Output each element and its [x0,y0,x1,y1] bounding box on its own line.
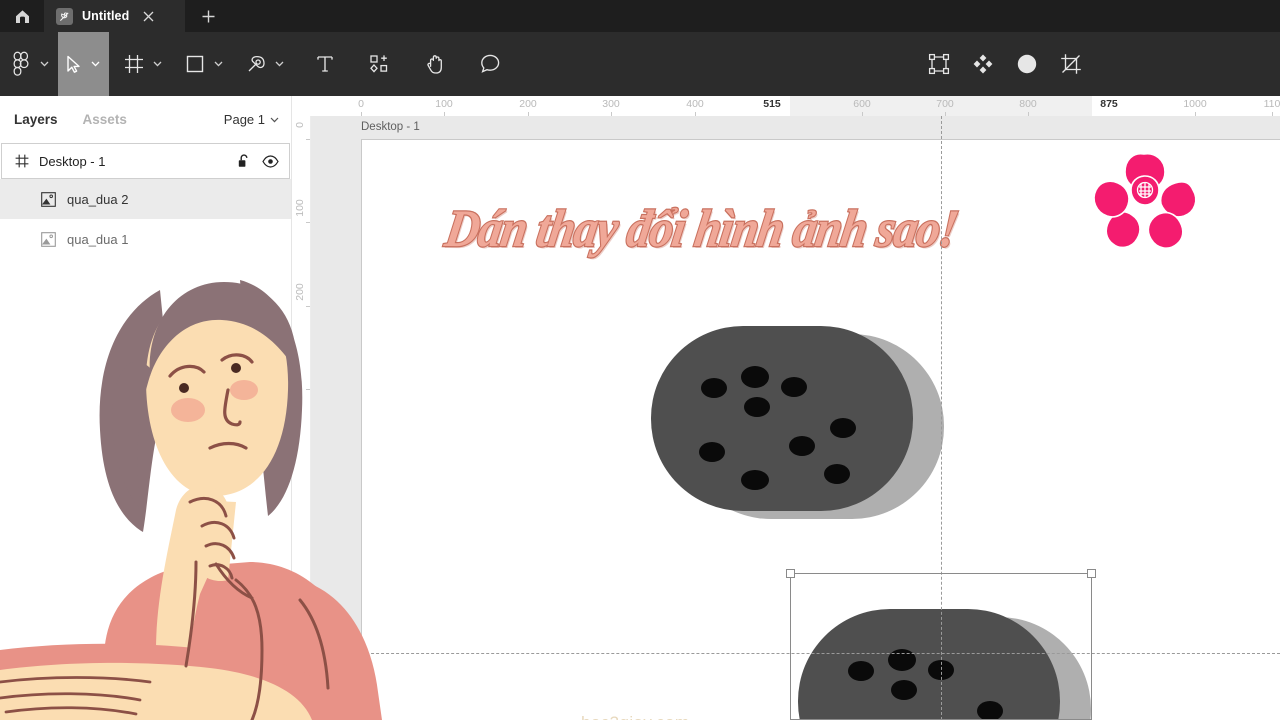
page-selector-label: Page 1 [223,112,265,127]
vector-nodes-icon[interactable] [928,32,950,96]
frame-name: Desktop - 1 [39,153,106,169]
move-tool-group [58,32,109,96]
components-plus-icon[interactable] [362,32,396,96]
crop-icon[interactable] [1060,32,1082,96]
document-tab[interactable]: Untitled [44,0,185,32]
frame-icon[interactable] [117,32,151,96]
figma-file-icon [56,7,73,25]
page-selector[interactable]: Page 1 [224,112,279,127]
ruler-tick-label: 300 [602,98,620,110]
ruler-tick-label: 200 [519,98,537,110]
ruler-tick-label: 600 [853,98,871,110]
selection-handle-top-left[interactable] [786,569,795,578]
list-item[interactable]: qua_dua 2 [0,179,291,219]
layer-row-frame-desktop-1[interactable]: Desktop - 1 [1,143,290,179]
layer-name: qua_dua 1 [67,231,129,247]
ruler-tick-label: 400 [686,98,704,110]
ruler-tick [306,222,310,223]
panel-tab-bar: Layers Assets Page 1 [0,96,291,143]
design-canvas[interactable]: Desktop - 1 Dán thay đổi hình ảnh sao! [311,116,1280,720]
chevron-down-icon-pen-tool[interactable] [273,32,293,96]
ruler-tick-label: 110 [1263,98,1280,110]
canvas-gutter [311,116,361,720]
ruler-tick-label: 1000 [1183,98,1207,110]
ruler-tick-label: 200 [294,283,306,301]
chevron-down-icon-page [270,117,279,122]
tab-assets[interactable]: Assets [83,112,127,127]
list-item[interactable]: qua_dua 1 [0,219,291,259]
comment-bubble-icon[interactable] [473,32,508,96]
ruler-tick-label: 100 [294,199,306,217]
tab-title: Untitled [82,9,130,23]
close-icon[interactable] [140,8,156,24]
ruler-tick-label: 100 [435,98,453,110]
pink-flower-graphic [1093,152,1197,249]
image-icon [41,191,56,207]
component-diamond-icon[interactable] [972,32,994,96]
horizontal-ruler[interactable]: 0 100 200 300 400 515 600 700 800 875 1000 110 [292,96,1280,116]
image-icon [41,231,56,247]
mask-contrast-icon[interactable] [1016,32,1038,96]
ruler-tick [306,139,310,140]
chevron-down-icon-move-tool[interactable] [89,32,109,96]
ruler-tick [306,389,310,390]
artwork-title-text: Dán thay đổi hình ảnh sao! [440,199,962,260]
figma-app-window: Untitled Layers Assets Page 1 Desktop - … [0,0,1280,720]
ruler-tick-label: 800 [1019,98,1037,110]
cursor-arrow-icon[interactable] [58,32,89,96]
ruler-tick [306,306,310,307]
ruler-tick-label: 0 [358,98,364,110]
figma-logo-icon[interactable] [0,32,38,96]
rectangle-icon[interactable] [178,32,212,96]
left-panel: Layers Assets Page 1 Desktop - 1 qua_dua… [0,96,292,720]
layer-name: qua_dua 2 [67,191,129,207]
toolbar-right-group [928,32,1082,96]
ruler-tick-label: 875 [1100,98,1118,110]
text-t-icon[interactable] [309,32,341,96]
main-toolbar [0,32,1280,96]
chevron-down-icon-figma-menu[interactable] [38,32,58,96]
selection-handle-top-right[interactable] [1087,569,1096,578]
ruler-tick-label: 700 [936,98,954,110]
selection-bounding-box[interactable] [786,569,1096,720]
frame-hash-icon [15,154,29,168]
vertical-ruler[interactable]: 0 100 200 [292,116,311,720]
chevron-down-icon-frame-tool[interactable] [151,32,171,96]
chevron-down-icon-shape-tool[interactable] [212,32,232,96]
ruler-tick-label: 0 [294,122,306,128]
durian-seed-image-1 [651,326,944,519]
watermark-text: hoc3giay.com [581,713,689,720]
frame-row-icons [238,154,279,168]
hand-icon[interactable] [418,32,452,96]
pen-icon[interactable] [239,32,273,96]
tab-bar: Untitled [0,0,1280,32]
eye-icon[interactable] [262,154,279,168]
plus-icon[interactable] [185,0,231,32]
canvas-frame-label[interactable]: Desktop - 1 [361,121,420,133]
ruler-tick-label: 515 [763,98,781,110]
tab-layers[interactable]: Layers [14,112,58,127]
home-icon[interactable] [0,0,44,32]
lock-open-icon[interactable] [238,154,251,168]
